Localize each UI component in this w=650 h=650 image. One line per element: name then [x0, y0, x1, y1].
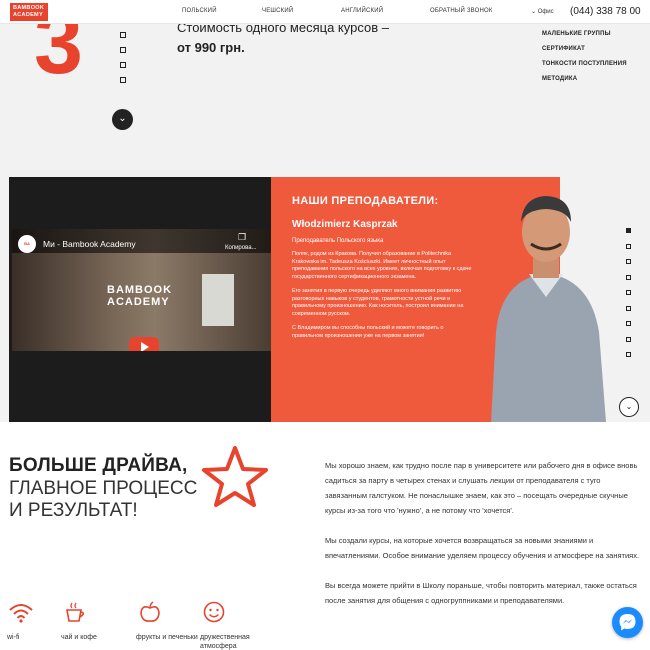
- nav-polish[interactable]: ПОЛЬСКИЙ: [182, 8, 217, 14]
- drive-paragraph: Вы всегда можете прийти в Школу пораньше…: [325, 581, 637, 605]
- side-menu-item-certificate[interactable]: СЕРТИФИКАТ: [542, 46, 627, 52]
- whiteboard: [202, 274, 234, 326]
- next-section-button[interactable]: ⌄: [619, 397, 639, 417]
- drive-section: БОЛЬШЕ ДРАЙВА, ГЛАВНОЕ ПРОЦЕСС И РЕЗУЛЬТ…: [0, 422, 650, 650]
- play-button[interactable]: [129, 337, 159, 351]
- side-menu-item-admission[interactable]: ТОНКОСТИ ПОСТУПЛЕНИЯ: [542, 61, 627, 67]
- channel-avatar[interactable]: BA: [18, 235, 36, 253]
- wifi-icon: [9, 604, 33, 623]
- feature-atmosphere: дружественная атмосфера: [200, 600, 270, 650]
- chevron-down-icon: ⌄: [531, 9, 537, 15]
- feature-label: дружественная атмосфера: [200, 634, 250, 650]
- side-menu: МАЛЕНЬКИЕ ГРУППЫ СЕРТИФИКАТ ТОНКОСТИ ПОС…: [542, 31, 627, 91]
- nav-english[interactable]: АНГЛИЙСКИЙ: [341, 8, 383, 14]
- teacher-bio-paragraph: Поляк, родом из Кракова. Получил образов…: [292, 251, 472, 280]
- video-panel: BA Ми - Bambook Academy ❐ Копирова... BA…: [9, 177, 271, 422]
- apple-icon: [140, 601, 160, 622]
- teacher-name: Włodzimierz Kasprzak: [292, 219, 398, 230]
- messenger-icon: [619, 614, 636, 631]
- section-dot[interactable]: [626, 305, 631, 311]
- teacher-info-panel: НАШИ ПРЕПОДАВАТЕЛИ: Włodzimierz Kasprzak…: [271, 177, 606, 422]
- messenger-chat-button[interactable]: [612, 607, 643, 638]
- drive-heading-bold: БОЛЬШЕ ДРАЙВА,: [9, 455, 188, 476]
- section-dot[interactable]: [626, 243, 631, 249]
- video-logo-line-1: BAMBOOK: [107, 284, 173, 296]
- phone-number[interactable]: (044) 338 78 00: [570, 6, 641, 17]
- feature-label: чай и кофе: [61, 634, 97, 641]
- office-dropdown[interactable]: ⌄ Офис: [531, 8, 554, 15]
- copy-link-icon[interactable]: ❐: [238, 232, 246, 243]
- nav-czech[interactable]: ЧЕШСКИЙ: [262, 8, 293, 14]
- smiley-icon: [203, 601, 225, 623]
- drive-description: Мы хорошо знаем, как трудно после пар в …: [325, 458, 640, 623]
- feature-label: фрукты и печеньки: [136, 634, 198, 641]
- bullet-list: [120, 32, 126, 92]
- teacher-role: Преподаватель Польского языка: [292, 238, 384, 244]
- feature-fruits: фрукты и печеньки: [136, 600, 206, 642]
- section-dot[interactable]: [626, 352, 631, 357]
- page: BAMBOOK ACADEMY ПОЛЬСКИЙ ЧЕШСКИЙ АНГЛИЙС…: [0, 0, 650, 650]
- section-dot[interactable]: [626, 274, 631, 280]
- teachers-heading: НАШИ ПРЕПОДАВАТЕЛИ:: [292, 195, 439, 207]
- nav-callback[interactable]: ОБРАТНЫЙ ЗВОНОК: [430, 8, 493, 14]
- video-logo: BAMBOOK ACADEMY: [107, 284, 172, 308]
- bullet-icon: [120, 62, 126, 68]
- section-dot[interactable]: [626, 336, 631, 342]
- section-dot[interactable]: [626, 290, 631, 295]
- youtube-video[interactable]: BA Ми - Bambook Academy ❐ Копирова... BA…: [12, 229, 271, 351]
- teacher-photo: [491, 196, 606, 422]
- scroll-down-button[interactable]: ⌄: [112, 109, 133, 130]
- teacher-bio-paragraph: С Владимиром вы способны польский и може…: [292, 325, 444, 339]
- bullet-icon: [120, 32, 126, 38]
- drive-heading-light: ГЛАВНОЕ ПРОЦЕСС И РЕЗУЛЬТАТ!: [9, 478, 198, 521]
- site-header: BAMBOOK ACADEMY ПОЛЬСКИЙ ЧЕШСКИЙ АНГЛИЙС…: [0, 0, 650, 24]
- drive-paragraph: Мы создали курсы, на которые хочется воз…: [325, 536, 640, 560]
- chevron-down-icon: ⌄: [625, 402, 633, 411]
- video-topbar: BA Ми - Bambook Academy ❐ Копирова...: [12, 229, 271, 253]
- bullet-icon: [120, 47, 126, 53]
- office-label: Офис: [537, 9, 554, 15]
- bullet-icon: [120, 77, 126, 83]
- price-line-2: от 990 грн.: [177, 40, 245, 55]
- coffee-cup-icon: [66, 602, 85, 622]
- section-dots-nav: [626, 228, 631, 368]
- section-dot[interactable]: [626, 259, 631, 264]
- side-menu-item-small-groups[interactable]: МАЛЕНЬКИЕ ГРУППЫ: [542, 31, 627, 37]
- copy-link-label: Копирова...: [225, 245, 257, 251]
- star-icon: [202, 446, 268, 507]
- video-logo-line-2: ACADEMY: [107, 296, 170, 308]
- section-dot[interactable]: [626, 228, 631, 233]
- logo[interactable]: BAMBOOK ACADEMY: [10, 3, 48, 21]
- teacher-bio-paragraph: Его занятия в первую очередь уделяют мно…: [292, 288, 464, 317]
- teachers-section: BA Ми - Bambook Academy ❐ Копирова... BA…: [9, 177, 606, 422]
- price-text: Стоимость одного месяца курсов – от 990 …: [177, 18, 407, 58]
- drive-paragraph: Мы хорошо знаем, как трудно после пар в …: [325, 461, 638, 515]
- chevron-down-icon: ⌄: [118, 113, 127, 124]
- section-dot[interactable]: [626, 321, 631, 326]
- teacher-bio: Поляк, родом из Кракова. Получил образов…: [292, 251, 472, 347]
- video-title[interactable]: Ми - Bambook Academy: [43, 239, 136, 249]
- feature-tea-coffee: чай и кофе: [61, 600, 131, 642]
- side-menu-item-method[interactable]: МЕТОДИКА: [542, 76, 627, 82]
